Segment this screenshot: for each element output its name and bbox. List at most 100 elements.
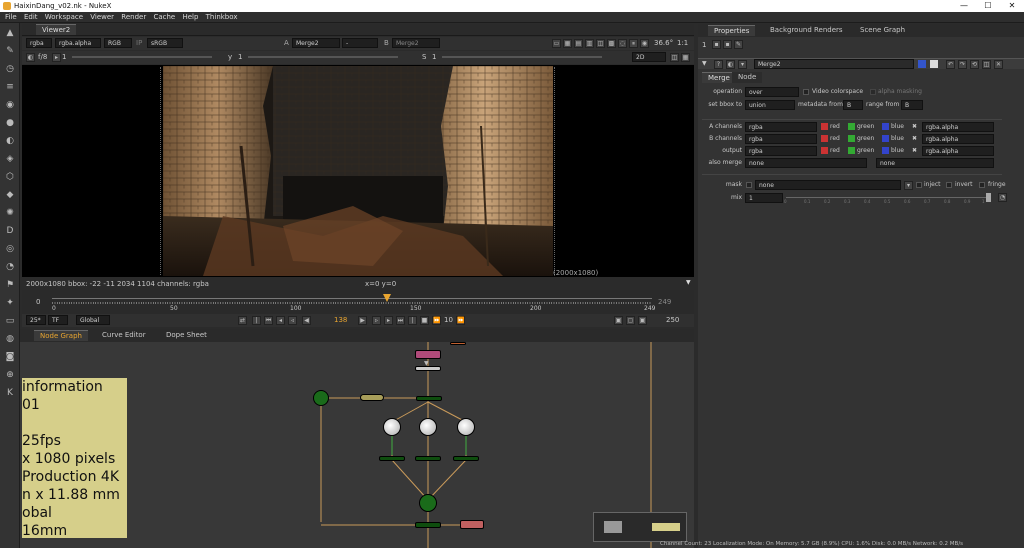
zebra-icon[interactable]: ▤: [574, 39, 583, 48]
a-alpha-toggle-icon[interactable]: ✖: [912, 122, 917, 132]
camera-icon[interactable]: ◉: [640, 39, 649, 48]
undo-icon[interactable]: ↶: [946, 60, 955, 69]
also-merge-select-2[interactable]: none: [876, 158, 994, 168]
range-select[interactable]: B: [901, 100, 923, 110]
cache-icon[interactable]: ▢: [626, 316, 635, 325]
merge-tool-icon[interactable]: ◈: [4, 153, 16, 165]
menu-thinkbox[interactable]: Thinkbox: [206, 13, 238, 21]
float-icon[interactable]: ▪: [723, 40, 732, 49]
mask-select[interactable]: none: [755, 180, 901, 190]
step-back-icon[interactable]: ◃: [288, 316, 297, 325]
stop-icon[interactable]: ■: [420, 316, 429, 325]
lut-select[interactable]: sRGB: [147, 38, 183, 48]
out-red-toggle[interactable]: red: [821, 146, 840, 156]
invert-checkbox[interactable]: [946, 182, 952, 188]
view-mode-select[interactable]: 2D: [632, 52, 666, 62]
clip-warning-icon[interactable]: ▦: [563, 39, 572, 48]
transform-tool-icon[interactable]: ⬡: [4, 171, 16, 183]
close-button[interactable]: ✕: [1000, 0, 1024, 12]
metadata-select[interactable]: B: [843, 100, 863, 110]
plugin-a-tool-icon[interactable]: ⊕: [4, 369, 16, 381]
node-dot-bar[interactable]: [415, 366, 441, 371]
b-green-toggle[interactable]: green: [848, 134, 874, 144]
current-frame[interactable]: 138: [334, 316, 347, 324]
gain-slider[interactable]: [72, 56, 212, 58]
ofx-tool-icon[interactable]: ◍: [4, 333, 16, 345]
help-icon[interactable]: ?: [714, 60, 723, 69]
draw-tool-icon[interactable]: ✎: [4, 45, 16, 57]
mix-animation-icon[interactable]: ◔: [998, 193, 1007, 202]
node-color-icon[interactable]: ◐: [726, 60, 735, 69]
maximize-button[interactable]: ☐: [976, 0, 1000, 12]
viewer-layout-icon[interactable]: ▦: [681, 53, 690, 62]
revert-icon[interactable]: ⟲: [970, 60, 979, 69]
out-green-toggle[interactable]: green: [848, 146, 874, 156]
tab-dope-sheet[interactable]: Dope Sheet: [160, 330, 213, 341]
other-tool-icon[interactable]: ✦: [4, 297, 16, 309]
deep-tool-icon[interactable]: D: [4, 225, 16, 237]
next-key-icon[interactable]: ▸: [384, 316, 393, 325]
channel-tool-icon[interactable]: ≡: [4, 81, 16, 93]
last-frame-icon[interactable]: ⏭: [396, 316, 405, 325]
b-input-select[interactable]: Merge2: [392, 38, 440, 48]
close-panel-icon[interactable]: ✕: [994, 60, 1003, 69]
a-green-toggle[interactable]: green: [848, 122, 874, 132]
skip-forward-icon[interactable]: ⏩: [456, 316, 465, 325]
play-backward-icon[interactable]: ◀: [302, 316, 311, 325]
b-red-toggle[interactable]: red: [821, 134, 840, 144]
cara-tool-icon[interactable]: ◙: [4, 351, 16, 363]
brush-icon[interactable]: ✎: [734, 40, 743, 49]
loop-icon[interactable]: ⇄: [238, 316, 247, 325]
step-increment[interactable]: 10: [444, 316, 453, 324]
tab-background-renders[interactable]: Background Renders: [764, 25, 849, 36]
node-merge-sphere[interactable]: [419, 494, 437, 512]
wipe-mode-select[interactable]: -: [342, 38, 378, 48]
menu-edit[interactable]: Edit: [24, 13, 38, 21]
timeline-track[interactable]: [52, 298, 652, 299]
node-name-field[interactable]: Merge2: [754, 59, 914, 69]
node-sphere-right[interactable]: [457, 418, 475, 436]
alpha-select[interactable]: rgba.alpha: [55, 38, 101, 48]
filter-tool-icon[interactable]: ●: [4, 117, 16, 129]
float-panel-icon[interactable]: ◫: [982, 60, 991, 69]
time-tool-icon[interactable]: ◷: [4, 63, 16, 75]
out-alpha-toggle-icon[interactable]: ✖: [912, 146, 917, 156]
visibility-icon[interactable]: ◐: [26, 53, 35, 62]
node-transform[interactable]: [360, 394, 384, 401]
sticky-note[interactable]: information 01 25fps x 1080 pixels Produ…: [22, 378, 127, 538]
checker-icon[interactable]: ▩: [607, 39, 616, 48]
operation-select[interactable]: over: [745, 87, 799, 97]
menu-help[interactable]: Help: [182, 13, 198, 21]
range-select[interactable]: Global: [76, 315, 110, 325]
node-sphere-left[interactable]: [383, 418, 401, 436]
node-read[interactable]: [415, 350, 441, 359]
node-render-right[interactable]: [453, 456, 479, 461]
in-point-icon[interactable]: |: [252, 316, 261, 325]
alpha-masking-checkbox[interactable]: [870, 89, 876, 95]
channels-select[interactable]: rgba: [26, 38, 52, 48]
s-value[interactable]: 1: [432, 53, 436, 61]
tab-properties[interactable]: Properties: [708, 25, 756, 36]
skip-icon[interactable]: ⏩: [432, 316, 441, 325]
out-alpha-select[interactable]: rgba.alpha: [922, 146, 994, 156]
tab-viewer2[interactable]: Viewer2: [36, 24, 77, 35]
frame-toggle-icon[interactable]: ▸: [52, 53, 61, 62]
menu-workspace[interactable]: Workspace: [45, 13, 83, 21]
b-blue-toggle[interactable]: blue: [882, 134, 904, 144]
pointer-tool-icon[interactable]: ▲: [4, 27, 16, 39]
tf-select[interactable]: TF: [48, 315, 68, 325]
bbox-select[interactable]: union: [745, 100, 795, 110]
pause-icon[interactable]: ⏸: [629, 39, 638, 48]
a-alpha-select[interactable]: rgba.alpha: [922, 122, 994, 132]
ip-toggle[interactable]: IP: [136, 39, 142, 47]
out-blue-toggle[interactable]: blue: [882, 146, 904, 156]
step-forward-icon[interactable]: ▹: [372, 316, 381, 325]
zoom-value[interactable]: 36.6°: [654, 39, 673, 47]
timeline[interactable]: 0 0 50 100 150 200 249 249: [22, 290, 694, 314]
proxy-icon[interactable]: ▥: [585, 39, 594, 48]
b-channels-select[interactable]: rgba: [745, 134, 817, 144]
render-icon[interactable]: ▣: [638, 316, 647, 325]
metadata-tool-icon[interactable]: ◔: [4, 261, 16, 273]
roi-icon[interactable]: ▭: [552, 39, 561, 48]
menu-render[interactable]: Render: [121, 13, 146, 21]
